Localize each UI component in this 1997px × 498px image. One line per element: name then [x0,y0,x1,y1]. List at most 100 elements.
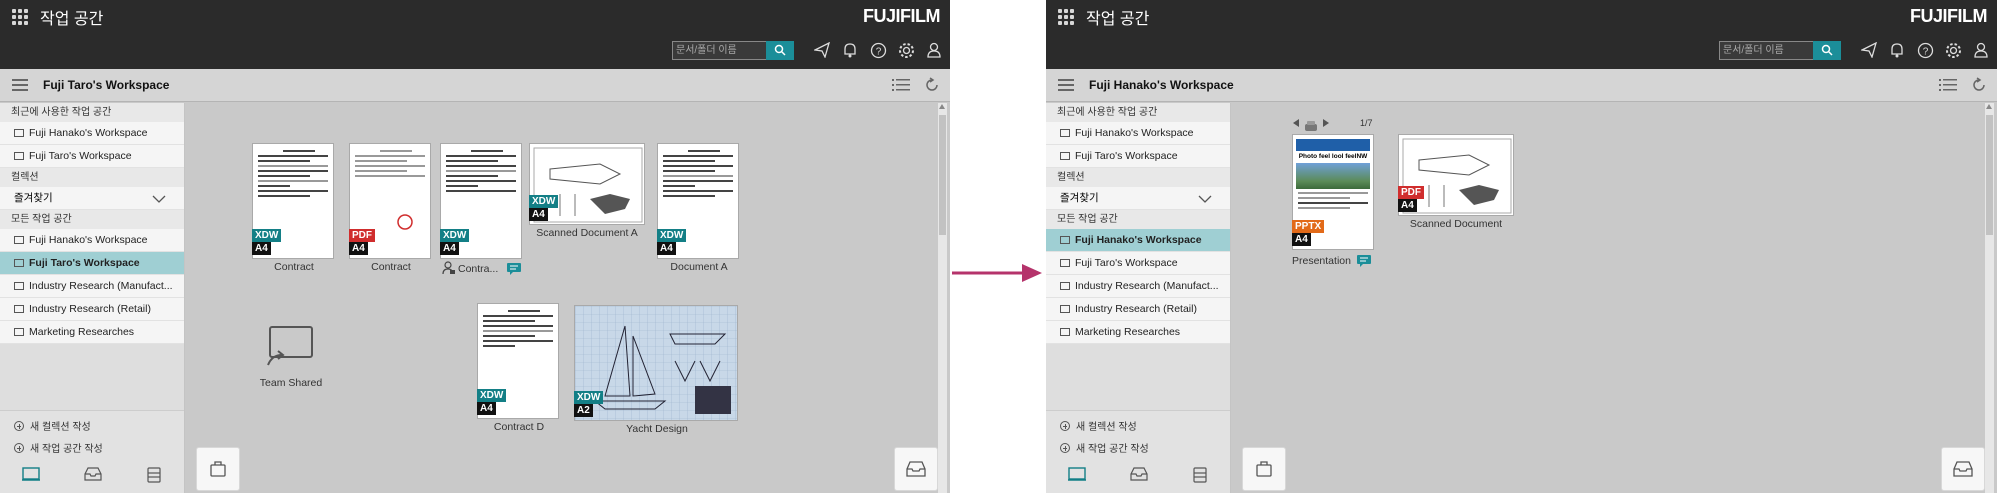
new-collection-button[interactable]: 새 컬렉션 작성 [1046,417,1230,439]
search-button[interactable] [766,41,794,60]
tray-button[interactable] [1242,447,1286,491]
workspace-icon [14,236,24,244]
sidebar-item-label: Industry Research (Manufact... [1075,280,1219,292]
sidebar-item-marketing[interactable]: Marketing Researches [1046,321,1230,344]
document-thumbnail[interactable]: 1/7 Photo feel lool feelNW PPTX A4 Prese… [1292,118,1392,278]
sidebar-item-industry-retail[interactable]: Industry Research (Retail) [0,298,184,321]
document-thumbnail[interactable]: XDW A4 Contra... [440,143,530,281]
format-badge: XDW [252,229,282,242]
gear-icon[interactable] [896,40,916,60]
recent-item-hanako[interactable]: Fuji Hanako's Workspace [1046,122,1230,145]
bell-icon[interactable] [1887,40,1907,60]
sidebar-item-taro[interactable]: Fuji Taro's Workspace [1046,252,1230,275]
search-button[interactable] [1813,41,1841,60]
workspace-icon [1060,305,1070,313]
format-badge: XDW [529,195,559,208]
sidebar-item-industry-manufact[interactable]: Industry Research (Manufact... [0,275,184,298]
recent-item-hanako[interactable]: Fuji Hanako's Workspace [0,122,184,145]
send-icon[interactable] [1859,40,1879,60]
sidebar-item-label: Fuji Hanako's Workspace [1075,234,1202,246]
archive-tab-icon[interactable] [1192,467,1208,483]
format-badge: XDW [657,229,687,242]
document-thumbnail[interactable]: XDW A4 Contract [252,143,336,273]
document-label: Contra... [458,263,499,275]
list-view-icon[interactable] [892,78,910,97]
sidebar-item-taro[interactable]: Fuji Taro's Workspace [0,252,184,275]
page-next-icon[interactable] [1322,118,1330,128]
favorites-dropdown[interactable]: 즐겨찾기 [0,187,184,210]
document-label: Yacht Design [626,423,688,435]
sidebar-item-hanako[interactable]: Fuji Hanako's Workspace [0,229,184,252]
inbox-tab-icon[interactable] [84,467,102,481]
plus-circle-icon [14,443,24,453]
new-workspace-label: 새 작업 공간 작성 [1076,444,1149,455]
stamp-graphic [397,214,413,230]
comment-icon[interactable] [1356,254,1372,268]
recent-item-taro[interactable]: Fuji Taro's Workspace [0,145,184,168]
document-thumbnail[interactable]: XDW A2 Yacht Design [574,305,740,435]
size-badge: A4 [349,242,368,255]
workspace-icon [14,259,24,267]
document-thumbnail[interactable]: XDW A4 Contract D [477,303,561,433]
search-icon [1821,44,1833,56]
shared-folder[interactable]: Team Shared [256,325,326,395]
apps-grid-icon[interactable] [1058,9,1074,25]
document-thumbnail[interactable]: PDF A4 Scanned Document [1398,134,1516,234]
size-badge: A2 [574,404,593,417]
inbox-button[interactable] [894,447,938,491]
document-thumbnail[interactable]: PDF A4 Contract [349,143,433,273]
scrollbar[interactable] [938,103,947,493]
hamburger-menu-icon[interactable] [12,79,28,91]
apps-grid-icon[interactable] [12,9,28,25]
inbox-tab-icon[interactable] [1130,467,1148,481]
list-view-icon[interactable] [1939,78,1957,97]
sidebar-item-hanako[interactable]: Fuji Hanako's Workspace [1046,229,1230,252]
favorites-label: 즐겨찾기 [14,192,53,204]
app-title: 작업 공간 [40,11,104,28]
send-icon[interactable] [812,40,832,60]
user-icon[interactable] [924,40,944,60]
new-workspace-button[interactable]: 새 작업 공간 작성 [0,439,184,461]
workspace-tab-icon[interactable] [1068,467,1086,481]
all-workspaces-header: 모든 작업 공간 [1046,210,1230,229]
sidebar-footer: 새 컬렉션 작성 새 작업 공간 작성 [0,410,184,493]
recent-item-label: Fuji Taro's Workspace [29,150,132,162]
document-thumbnail[interactable]: XDW A4 Document A [657,143,741,273]
sidebar-item-label: Fuji Hanako's Workspace [29,234,148,246]
document-thumbnail[interactable]: XDW A4 Scanned Document A [529,143,647,243]
archive-tab-icon[interactable] [146,467,162,483]
size-badge: A4 [657,242,676,255]
scrollbar[interactable] [1985,103,1994,493]
help-icon[interactable]: ? [1915,40,1935,60]
workspace-tab-icon[interactable] [22,467,40,481]
size-badge: A4 [440,242,459,255]
favorites-dropdown[interactable]: 즐겨찾기 [1046,187,1230,210]
page-prev-icon[interactable] [1292,118,1300,128]
document-label: Contract [274,261,314,273]
user-icon[interactable] [1971,40,1991,60]
inbox-button[interactable] [1941,447,1985,491]
tray-button[interactable] [196,447,240,491]
format-badge: PPTX [1292,220,1325,233]
bell-icon[interactable] [840,40,860,60]
help-icon[interactable]: ? [868,40,888,60]
sidebar-item-label: Industry Research (Retail) [29,303,151,315]
sidebar-item-marketing[interactable]: Marketing Researches [0,321,184,344]
new-collection-button[interactable]: 새 컬렉션 작성 [0,417,184,439]
top-bar: 작업 공간 FUJIFILM 문서/폴더 이름 ? [0,0,950,69]
refresh-icon[interactable] [924,77,940,98]
refresh-icon[interactable] [1971,77,1987,98]
sidebar-item-industry-retail[interactable]: Industry Research (Retail) [1046,298,1230,321]
workspace-icon [14,282,24,290]
sidebar-item-industry-manufact[interactable]: Industry Research (Manufact... [1046,275,1230,298]
workspace-title: Fuji Hanako's Workspace [1089,78,1234,92]
comment-icon[interactable] [506,262,522,276]
gear-icon[interactable] [1943,40,1963,60]
transition-arrow [950,0,1046,493]
workspace-icon [14,328,24,336]
hamburger-menu-icon[interactable] [1058,79,1074,91]
new-workspace-label: 새 작업 공간 작성 [30,444,103,455]
new-workspace-button[interactable]: 새 작업 공간 작성 [1046,439,1230,461]
recent-item-taro[interactable]: Fuji Taro's Workspace [1046,145,1230,168]
chevron-down-icon [1198,195,1212,203]
